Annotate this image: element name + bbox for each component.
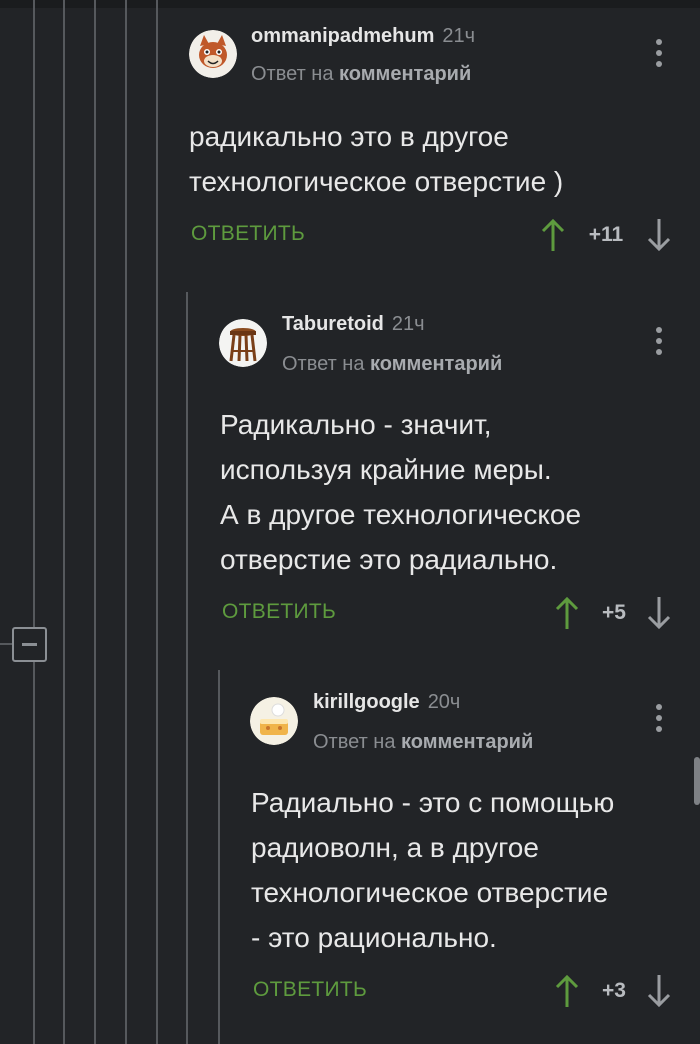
- comment-time: 20ч: [427, 691, 461, 713]
- comments-screen: ommanipadmehum 21ч Ответ на комментарий р…: [0, 0, 700, 1044]
- arrow-up-icon[interactable]: [555, 974, 579, 1008]
- reply-to-link[interactable]: комментарий: [401, 731, 533, 753]
- comment-author[interactable]: kirillgoogle 20ч: [313, 691, 460, 714]
- comment-item: kirillgoogle 20ч Ответ на комментарий Рад…: [0, 0, 700, 1044]
- reply-to-line: Ответ на комментарий: [313, 731, 533, 754]
- arrow-down-icon[interactable]: [647, 974, 671, 1008]
- author-name[interactable]: kirillgoogle: [313, 691, 420, 713]
- kebab-menu-icon[interactable]: [649, 701, 669, 737]
- reply-button[interactable]: ОТВЕТИТЬ: [253, 978, 367, 1002]
- vote-score: +3: [602, 979, 626, 1002]
- scrollbar-thumb[interactable]: [694, 757, 700, 805]
- cake-avatar-icon[interactable]: [250, 697, 298, 745]
- comment-text: Радиально - это с помощью радиоволн, а в…: [251, 787, 615, 953]
- reply-to-prefix: Ответ на: [313, 731, 396, 753]
